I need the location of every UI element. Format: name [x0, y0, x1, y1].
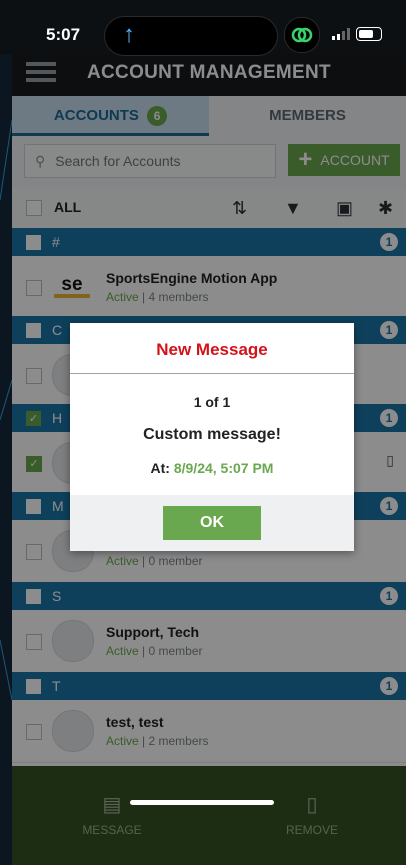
signal-icon	[332, 28, 350, 40]
status-bar: 5:07 ↑	[0, 0, 406, 56]
home-indicator[interactable]	[130, 800, 274, 805]
message-text: Custom message!	[143, 426, 281, 443]
new-message-dialog: New Message 1 of 1 Custom message! At: 8…	[70, 323, 354, 551]
timestamp-value: 8/9/24, 5:07 PM	[173, 460, 274, 476]
battery-icon	[356, 27, 382, 41]
message-timestamp: At: 8/9/24, 5:07 PM	[70, 460, 354, 476]
status-time: 5:07	[46, 25, 81, 44]
ok-button[interactable]: OK	[163, 506, 261, 540]
activity-icon	[284, 17, 320, 53]
dialog-title: New Message	[70, 323, 354, 374]
message-counter: 1 of 1	[193, 394, 231, 410]
dynamic-island: ↑	[104, 16, 278, 56]
dialog-footer: OK	[70, 495, 354, 551]
timestamp-label: At:	[150, 460, 170, 476]
upload-arrow-icon: ↑	[123, 21, 135, 48]
